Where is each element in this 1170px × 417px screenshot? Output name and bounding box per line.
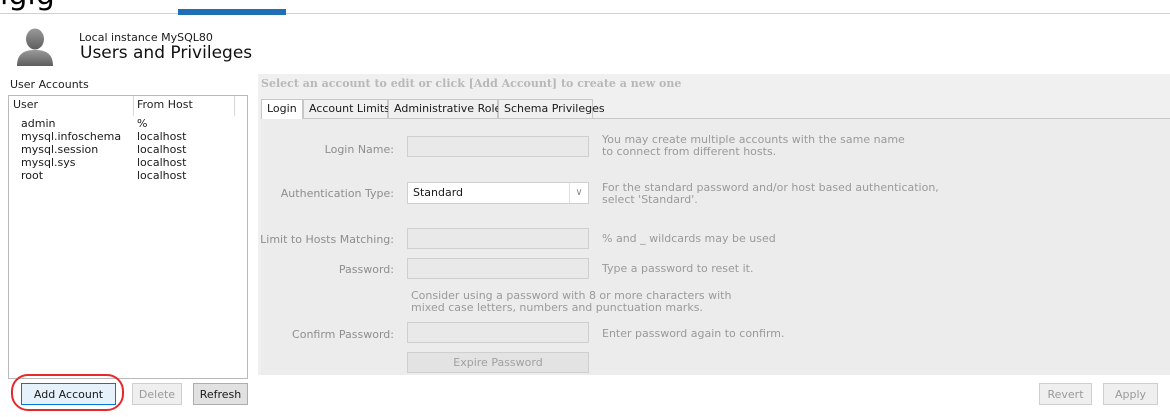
login-name-label: Login Name: (324, 143, 394, 156)
hosts-matching-help: % and _ wildcards may be used (602, 232, 776, 245)
account-row-mysql-sys[interactable]: mysql.sys localhost (9, 156, 247, 169)
hosts-matching-field[interactable] (407, 228, 589, 249)
tab-administrative-roles[interactable]: Administrative Roles (388, 99, 507, 118)
auth-type-help: For the standard password and/or host ba… (602, 182, 939, 206)
confirm-password-label: Confirm Password: (292, 328, 394, 341)
account-host: localhost (137, 156, 187, 169)
help-line: mixed case letters, numbers and punctuat… (411, 301, 703, 314)
user-accounts-heading: User Accounts (10, 78, 89, 91)
password-field[interactable] (407, 258, 589, 279)
hosts-matching-label: Limit to Hosts Matching: (260, 233, 394, 246)
auth-type-select[interactable]: Standard ∨ (407, 182, 589, 204)
help-line: to connect from different hosts. (602, 145, 777, 158)
tab-login[interactable]: Login (261, 99, 303, 119)
account-row-mysql-infoschema[interactable]: mysql.infoschema localhost (9, 130, 247, 143)
account-host: localhost (137, 143, 187, 156)
apply-button[interactable]: Apply (1103, 383, 1158, 405)
account-user: admin (21, 117, 56, 130)
help-line: select 'Standard'. (602, 193, 698, 206)
login-name-field[interactable] (407, 136, 589, 157)
refresh-button[interactable]: Refresh (193, 383, 248, 405)
confirm-password-help: Enter password again to confirm. (602, 327, 785, 340)
user-avatar-icon (14, 26, 56, 66)
auth-type-value: Standard (413, 186, 464, 199)
account-host: % (137, 117, 148, 130)
column-header-from-host[interactable]: From Host (137, 98, 193, 111)
account-user: root (21, 169, 44, 182)
account-row-root[interactable]: root localhost (9, 169, 247, 182)
account-host: localhost (137, 169, 187, 182)
revert-button[interactable]: Revert (1039, 383, 1092, 405)
password-label: Password: (338, 263, 394, 276)
account-row-admin[interactable]: admin % (9, 117, 247, 130)
password-help: Type a password to reset it. (602, 262, 754, 275)
chevron-down-icon[interactable]: ∨ (569, 183, 588, 203)
header-divider (0, 13, 1170, 14)
column-separator[interactable] (133, 96, 134, 116)
password-policy-note: Consider using a password with 8 or more… (411, 290, 731, 314)
detail-hint-text: Select an account to edit or click [Add … (261, 77, 682, 90)
account-user: mysql.infoschema (21, 130, 122, 143)
account-row-mysql-session[interactable]: mysql.session localhost (9, 143, 247, 156)
account-host: localhost (137, 130, 187, 143)
tab-account-limits[interactable]: Account Limits (303, 99, 390, 118)
account-user: mysql.sys (21, 156, 76, 169)
add-account-button[interactable]: Add Account (21, 383, 116, 405)
account-user: mysql.session (21, 143, 99, 156)
overflow-title-text: igig (0, 0, 55, 12)
column-header-user[interactable]: User (13, 98, 38, 111)
confirm-password-field[interactable] (407, 322, 589, 343)
user-accounts-list[interactable]: User From Host admin % mysql.infoschema … (8, 95, 248, 379)
active-tab-indicator (178, 9, 286, 15)
page-title: Users and Privileges (80, 43, 253, 63)
delete-button[interactable]: Delete (132, 383, 182, 405)
tab-schema-privileges[interactable]: Schema Privileges (498, 99, 605, 118)
auth-type-label: Authentication Type: (280, 187, 394, 200)
column-separator[interactable] (234, 96, 235, 116)
login-name-help: You may create multiple accounts with th… (602, 134, 905, 158)
expire-password-button[interactable]: Expire Password (407, 352, 589, 373)
